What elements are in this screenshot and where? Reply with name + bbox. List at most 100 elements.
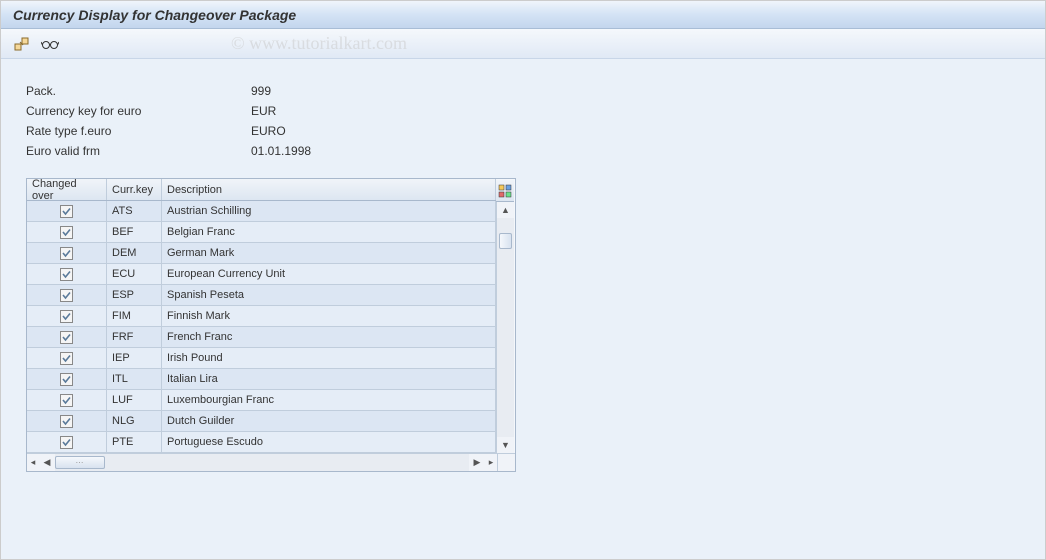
scroll-down-button[interactable]: ▼ [497, 437, 514, 453]
content-area: Pack. 999 Currency key for euro EUR Rate… [1, 59, 1045, 559]
scroll-last-button[interactable]: ▸ [485, 454, 497, 471]
vertical-scroll-thumb[interactable] [499, 233, 512, 249]
cell-changed-over [27, 222, 107, 242]
cell-description: Spanish Peseta [162, 285, 496, 305]
cell-description: Finnish Mark [162, 306, 496, 326]
field-valid-from: Euro valid frm 01.01.1998 [26, 144, 1020, 158]
cell-changed-over [27, 327, 107, 347]
field-rate-type-label: Rate type f.euro [26, 124, 251, 138]
toolbar-display-change-button[interactable] [11, 33, 33, 55]
display-change-icon [14, 36, 30, 52]
cell-description: Belgian Franc [162, 222, 496, 242]
table-row[interactable]: ATSAustrian Schilling [27, 201, 496, 222]
table-row[interactable]: NLGDutch Guilder [27, 411, 496, 432]
cell-changed-over [27, 390, 107, 410]
checkbox-changed-over[interactable] [60, 268, 73, 281]
cell-description: French Franc [162, 327, 496, 347]
check-icon [61, 437, 72, 448]
check-icon [61, 353, 72, 364]
cell-changed-over [27, 285, 107, 305]
check-icon [61, 311, 72, 322]
vertical-scroll-track[interactable] [497, 218, 514, 437]
table-settings-button[interactable] [496, 180, 514, 202]
table-row[interactable]: IEPIrish Pound [27, 348, 496, 369]
cell-curr-key: FIM [107, 306, 162, 326]
scroll-left-button[interactable]: ◀ [39, 454, 55, 471]
table-row[interactable]: ESPSpanish Peseta [27, 285, 496, 306]
checkbox-changed-over[interactable] [60, 289, 73, 302]
checkbox-changed-over[interactable] [60, 373, 73, 386]
cell-curr-key: DEM [107, 243, 162, 263]
checkbox-changed-over[interactable] [60, 394, 73, 407]
cell-changed-over [27, 369, 107, 389]
cell-changed-over [27, 264, 107, 284]
table-header-row: Changed over Curr.key Description [27, 179, 496, 201]
table-header-changed-over[interactable]: Changed over [27, 179, 107, 200]
checkbox-changed-over[interactable] [60, 310, 73, 323]
toolbar-glasses-button[interactable] [39, 33, 61, 55]
horizontal-scrollbar[interactable]: ◂ ◀ ⋯ ▶ ▸ [27, 453, 497, 471]
table-row[interactable]: ECUEuropean Currency Unit [27, 264, 496, 285]
cell-curr-key: FRF [107, 327, 162, 347]
checkbox-changed-over[interactable] [60, 226, 73, 239]
table-header-description[interactable]: Description [162, 179, 496, 200]
cell-description: Luxembourgian Franc [162, 390, 496, 410]
field-pack-label: Pack. [26, 84, 251, 98]
scroll-up-button[interactable]: ▲ [497, 202, 514, 218]
field-valid-from-label: Euro valid frm [26, 144, 251, 158]
field-currency-key-value: EUR [251, 104, 276, 118]
cell-description: Irish Pound [162, 348, 496, 368]
checkbox-changed-over[interactable] [60, 205, 73, 218]
cell-curr-key: NLG [107, 411, 162, 431]
cell-curr-key: ESP [107, 285, 162, 305]
field-currency-key-label: Currency key for euro [26, 104, 251, 118]
table-settings-icon [498, 184, 512, 198]
table-row[interactable]: FRFFrench Franc [27, 327, 496, 348]
check-icon [61, 269, 72, 280]
window-title: Currency Display for Changeover Package [13, 7, 296, 23]
cell-curr-key: ITL [107, 369, 162, 389]
checkbox-changed-over[interactable] [60, 436, 73, 449]
checkbox-changed-over[interactable] [60, 352, 73, 365]
table-row[interactable]: LUFLuxembourgian Franc [27, 390, 496, 411]
cell-description: Dutch Guilder [162, 411, 496, 431]
scroll-first-button[interactable]: ◂ [27, 454, 39, 471]
cell-changed-over [27, 201, 107, 221]
cell-description: German Mark [162, 243, 496, 263]
check-icon [61, 332, 72, 343]
checkbox-changed-over[interactable] [60, 415, 73, 428]
field-rate-type: Rate type f.euro EURO [26, 124, 1020, 138]
table-row[interactable]: PTEPortuguese Escudo [27, 432, 496, 453]
field-rate-type-value: EURO [251, 124, 286, 138]
cell-description: Italian Lira [162, 369, 496, 389]
cell-curr-key: ECU [107, 264, 162, 284]
scroll-right-button[interactable]: ▶ [469, 454, 485, 471]
cell-changed-over [27, 306, 107, 326]
checkbox-changed-over[interactable] [60, 247, 73, 260]
cell-changed-over [27, 432, 107, 452]
field-pack-value: 999 [251, 84, 271, 98]
check-icon [61, 248, 72, 259]
currency-table: Changed over Curr.key Description ATSAus… [26, 178, 516, 472]
field-currency-key: Currency key for euro EUR [26, 104, 1020, 118]
cell-changed-over [27, 348, 107, 368]
cell-curr-key: BEF [107, 222, 162, 242]
scroll-corner [497, 453, 515, 471]
table-row[interactable]: ITLItalian Lira [27, 369, 496, 390]
cell-curr-key: ATS [107, 201, 162, 221]
table-row[interactable]: FIMFinnish Mark [27, 306, 496, 327]
checkbox-changed-over[interactable] [60, 331, 73, 344]
watermark-text: © www.tutorialkart.com [231, 33, 407, 54]
table-row[interactable]: BEFBelgian Franc [27, 222, 496, 243]
horizontal-scroll-track[interactable]: ⋯ [55, 454, 469, 471]
vertical-scrollbar[interactable]: ▲ ▼ [496, 202, 514, 453]
cell-description: Portuguese Escudo [162, 432, 496, 452]
cell-description: Austrian Schilling [162, 201, 496, 221]
table-row[interactable]: DEMGerman Mark [27, 243, 496, 264]
table-header-curr-key[interactable]: Curr.key [107, 179, 162, 200]
cell-description: European Currency Unit [162, 264, 496, 284]
horizontal-scroll-thumb[interactable]: ⋯ [55, 456, 105, 469]
table-body: ATSAustrian SchillingBEFBelgian FrancDEM… [27, 201, 496, 453]
cell-curr-key: LUF [107, 390, 162, 410]
glasses-icon [41, 37, 59, 51]
